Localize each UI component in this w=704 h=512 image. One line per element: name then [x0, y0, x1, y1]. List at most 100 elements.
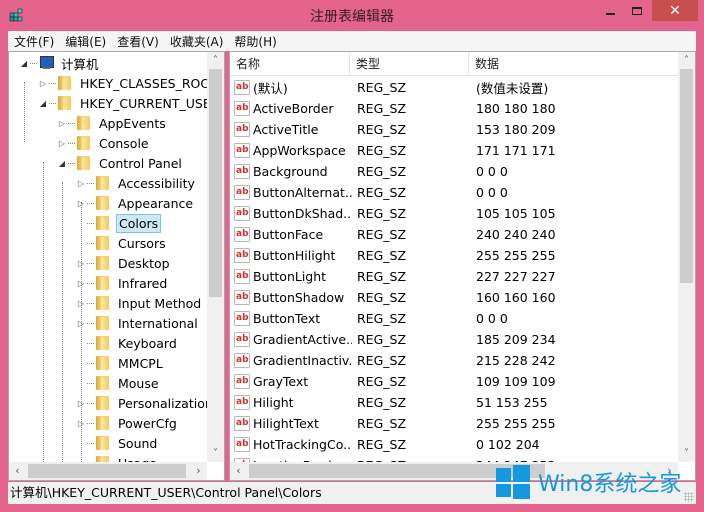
- tree-node[interactable]: ▷ Desktop: [76, 253, 172, 273]
- value-data: 240 240 240: [476, 227, 556, 242]
- tree-node[interactable]: ▷ Personalization: [76, 393, 207, 413]
- expand-arrow-icon[interactable]: ▷: [76, 199, 86, 208]
- value-row[interactable]: ab ButtonAlternat... REG_SZ 0 0 0: [230, 182, 678, 203]
- value-row[interactable]: ab ButtonText REG_SZ 0 0 0: [230, 308, 678, 329]
- expand-arrow-icon[interactable]: ▷: [76, 399, 86, 408]
- close-icon: ✕: [669, 2, 681, 19]
- tree-node[interactable]: Colors: [76, 213, 162, 233]
- tree-node[interactable]: ▷ Input Method: [76, 293, 203, 313]
- string-value-icon: ab: [234, 185, 250, 200]
- value-row[interactable]: ab (默认) REG_SZ (数值未设置): [230, 77, 678, 98]
- tree-connector: [30, 62, 37, 64]
- value-name-cell: ab ButtonShadow: [234, 290, 352, 305]
- minimize-button[interactable]: [597, 0, 623, 21]
- menu-favorites[interactable]: 收藏夹(A): [170, 33, 224, 50]
- value-row[interactable]: ab GradientActive... REG_SZ 185 209 234: [230, 329, 678, 350]
- expand-arrow-icon[interactable]: ▷: [57, 119, 67, 128]
- tree-node[interactable]: ◢ Control Panel: [57, 153, 184, 173]
- value-row[interactable]: ab HilightText REG_SZ 255 255 255: [230, 413, 678, 434]
- maximize-button[interactable]: [624, 0, 650, 21]
- tree-node[interactable]: ▷ HKEY_CLASSES_ROOT: [38, 73, 207, 93]
- column-header-name[interactable]: 名称: [230, 52, 350, 76]
- value-row[interactable]: ab ActiveTitle REG_SZ 153 180 209: [230, 119, 678, 140]
- value-data: 160 160 160: [476, 290, 556, 305]
- scroll-left-arrow-icon[interactable]: ‹: [9, 462, 26, 480]
- registry-tree-pane: ◢ 计算机 ▷ HKEY_CLASSES_ROOT ◢ HKEY_CURRENT_USER…: [8, 51, 225, 481]
- value-row[interactable]: ab ButtonHilight REG_SZ 255 255 255: [230, 245, 678, 266]
- collapse-arrow-icon[interactable]: ◢: [19, 59, 29, 68]
- value-row[interactable]: ab AppWorkspace REG_SZ 171 171 171: [230, 140, 678, 161]
- scroll-up-arrow-icon[interactable]: ˄: [207, 52, 224, 69]
- resize-grip[interactable]: [684, 492, 694, 502]
- tree-node[interactable]: ▷ International: [76, 313, 200, 333]
- tree-node[interactable]: Keyboard: [76, 333, 179, 353]
- tree-connector: [87, 282, 94, 284]
- tree-node[interactable]: ▷ Accessibility: [76, 173, 197, 193]
- folder-icon: [95, 175, 111, 191]
- list-vertical-scrollbar[interactable]: ˄ ˅: [678, 52, 695, 462]
- close-button[interactable]: ✕: [652, 0, 698, 21]
- title-bar[interactable]: 注册表编辑器 ✕: [0, 0, 704, 31]
- value-name-cell: ab GradientActive...: [234, 332, 352, 347]
- collapse-arrow-icon[interactable]: ◢: [57, 159, 67, 168]
- scroll-up-arrow-icon[interactable]: ˄: [678, 52, 695, 69]
- value-row[interactable]: ab ButtonDkShad... REG_SZ 105 105 105: [230, 203, 678, 224]
- expand-arrow-icon[interactable]: ▷: [38, 79, 48, 88]
- tree-node[interactable]: ◢ HKEY_CURRENT_USER: [38, 93, 207, 113]
- tree-vertical-scrollbar[interactable]: ˄ ˅: [207, 52, 224, 462]
- value-type: REG_SZ: [357, 290, 407, 305]
- tree-node[interactable]: Mouse: [76, 373, 161, 393]
- string-value-icon: ab: [234, 227, 250, 242]
- value-name-cell: ab Background: [234, 164, 352, 179]
- value-row[interactable]: ab ButtonLight REG_SZ 227 227 227: [230, 266, 678, 287]
- tree-vscroll-thumb[interactable]: [209, 69, 222, 297]
- menu-view[interactable]: 查看(V): [117, 33, 159, 50]
- value-name: ActiveTitle: [253, 122, 319, 137]
- tree-node[interactable]: Sound: [76, 433, 159, 453]
- value-row[interactable]: ab ActiveBorder REG_SZ 180 180 180: [230, 98, 678, 119]
- expand-arrow-icon[interactable]: ▷: [57, 139, 67, 148]
- value-row[interactable]: ab HotTrackingCo... REG_SZ 0 102 204: [230, 434, 678, 455]
- column-header-type[interactable]: 类型: [350, 52, 469, 76]
- value-row[interactable]: ab Hilight REG_SZ 51 153 255: [230, 392, 678, 413]
- menu-file[interactable]: 文件(F): [14, 33, 54, 50]
- expand-arrow-icon[interactable]: ▷: [76, 279, 86, 288]
- scroll-right-arrow-icon[interactable]: ›: [190, 462, 207, 480]
- tree-node-label: PowerCfg: [118, 415, 177, 431]
- value-row[interactable]: ab GrayText REG_SZ 109 109 109: [230, 371, 678, 392]
- menu-edit[interactable]: 编辑(E): [65, 33, 106, 50]
- value-row[interactable]: ab ButtonShadow REG_SZ 160 160 160: [230, 287, 678, 308]
- tree-node[interactable]: Usage: [76, 453, 159, 462]
- string-value-icon: ab: [234, 290, 250, 305]
- tree-connector: [87, 402, 94, 404]
- scroll-down-arrow-icon[interactable]: ˅: [207, 445, 224, 462]
- menu-help[interactable]: 帮助(H): [234, 33, 276, 50]
- value-name: AppWorkspace: [253, 143, 346, 158]
- tree-node[interactable]: ▷ PowerCfg: [76, 413, 179, 433]
- column-header-data[interactable]: 数据: [469, 52, 678, 76]
- tree-node[interactable]: ▷ Console: [57, 133, 151, 153]
- collapse-arrow-icon[interactable]: ◢: [38, 99, 48, 108]
- value-row[interactable]: abInactiveBorderREG_SZ244 247 252: [230, 455, 678, 462]
- tree-node[interactable]: MMCPL: [76, 353, 165, 373]
- scroll-left-arrow-icon[interactable]: ‹: [230, 462, 247, 480]
- value-row[interactable]: ab ButtonFace REG_SZ 240 240 240: [230, 224, 678, 245]
- tree-node[interactable]: Cursors: [76, 233, 168, 253]
- expand-arrow-icon[interactable]: ▷: [76, 299, 86, 308]
- value-row[interactable]: ab GradientInactiv... REG_SZ 215 228 242: [230, 350, 678, 371]
- expand-arrow-icon[interactable]: ▷: [76, 419, 86, 428]
- list-vscroll-thumb[interactable]: [680, 69, 693, 283]
- value-row[interactable]: ab Background REG_SZ 0 0 0: [230, 161, 678, 182]
- tree-node[interactable]: ◢ 计算机: [19, 53, 101, 73]
- tree-hscroll-thumb[interactable]: [28, 464, 186, 478]
- expand-arrow-icon[interactable]: ▷: [76, 259, 86, 268]
- expand-arrow-icon[interactable]: ▷: [76, 179, 86, 188]
- tree-node[interactable]: ▷ Infrared: [76, 273, 169, 293]
- expand-arrow-icon[interactable]: ▷: [76, 319, 86, 328]
- values-list-pane: 名称 类型 数据 ab (默认) REG_SZ (数值未设置) ab ActiveBord…: [229, 51, 696, 481]
- value-type: REG_SZ: [357, 374, 407, 389]
- tree-horizontal-scrollbar[interactable]: ‹ ›: [9, 462, 207, 480]
- scroll-down-arrow-icon[interactable]: ˅: [678, 445, 695, 462]
- tree-node[interactable]: ▷ AppEvents: [57, 113, 168, 133]
- tree-node[interactable]: ▷ Appearance: [76, 193, 195, 213]
